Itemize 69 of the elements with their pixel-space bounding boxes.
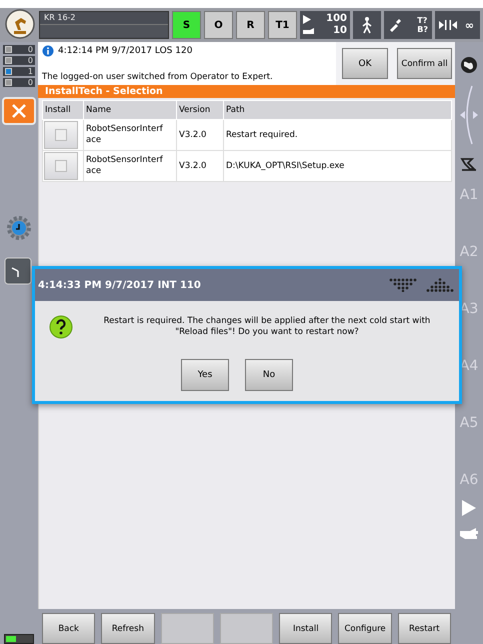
tool-label: T? xyxy=(417,16,428,25)
robot-logo-button[interactable] xyxy=(4,9,36,39)
tool-icon xyxy=(388,18,402,32)
no-button[interactable]: No xyxy=(245,359,293,391)
message-count[interactable]: 0 xyxy=(3,56,35,65)
info-icon xyxy=(42,45,54,57)
dots-triangle-up-icon xyxy=(425,278,455,292)
yes-button[interactable]: Yes xyxy=(181,359,229,391)
softkey-button[interactable]: Refresh xyxy=(101,613,155,644)
dots-triangle-down-icon xyxy=(389,278,417,292)
robot-tool-icon[interactable] xyxy=(460,156,478,172)
step-arrows-icon xyxy=(439,20,457,30)
table-cell: RobotSensorInterf ace xyxy=(84,150,176,182)
walking-figure-button[interactable] xyxy=(353,11,381,39)
table-cell: V3.2.0 xyxy=(176,150,224,182)
globe-icon[interactable] xyxy=(460,56,478,74)
increment-label: ∞ xyxy=(464,18,474,32)
axis-label: A1 xyxy=(460,186,478,204)
softkey-button[interactable]: Restart xyxy=(398,613,451,644)
mode-button[interactable]: O xyxy=(204,11,233,39)
play-icon xyxy=(303,14,311,24)
status-indicator xyxy=(4,634,34,644)
table-cell: D:\KUKA_OPT\RSI\Setup.exe xyxy=(224,150,452,182)
hand-icon xyxy=(303,27,315,35)
clock-icon[interactable] xyxy=(4,257,32,285)
column-header: Path xyxy=(224,100,452,120)
increment-button[interactable]: ∞ xyxy=(435,11,480,39)
mode-button[interactable]: S xyxy=(172,11,201,39)
dialog-header: 4:14:33 PM 9/7/2017 INT 110 xyxy=(38,280,202,290)
axis-label: A5 xyxy=(460,414,478,432)
play-icon[interactable] xyxy=(461,499,477,517)
dialog-message: Restart is required. The changes will be applied after the next cold start with "Reload files"! Do you want to restart now? xyxy=(102,316,432,338)
robot-arm-icon xyxy=(5,9,35,39)
ok-button[interactable]: OK xyxy=(342,48,388,79)
message-header: 4:12:14 PM 9/7/2017 LOS 120 xyxy=(58,46,192,56)
jog-override: 10 xyxy=(333,25,347,37)
tool-base-button[interactable]: T? B? xyxy=(384,11,432,39)
message-count[interactable]: 0 xyxy=(3,78,35,87)
message-text: The logged-on user switched from Operator to Expert. xyxy=(42,72,274,82)
gear-icon[interactable] xyxy=(6,215,32,241)
table-cell: V3.2.0 xyxy=(176,120,224,150)
program-override: 100 xyxy=(326,13,347,25)
jog-arc-icon[interactable] xyxy=(458,84,480,146)
message-count[interactable]: 1 xyxy=(3,67,35,76)
message-count[interactable]: 0 xyxy=(3,45,35,54)
question-icon xyxy=(49,315,73,339)
hand-icon[interactable] xyxy=(459,527,479,541)
column-header: Install xyxy=(42,100,84,120)
softkey-button[interactable]: Install xyxy=(279,613,332,644)
close-button[interactable] xyxy=(2,97,36,125)
close-icon xyxy=(11,103,27,119)
table-cell: Restart required. xyxy=(224,120,452,150)
confirm-all-button[interactable]: Confirm all xyxy=(397,48,452,79)
panel-title: InstallTech - Selection xyxy=(38,85,455,98)
walking-figure-icon xyxy=(360,16,374,34)
robot-name-field[interactable]: KR 16-2 xyxy=(39,11,169,39)
checkbox[interactable] xyxy=(44,152,78,180)
axis-label: A6 xyxy=(460,471,478,489)
mode-button[interactable]: R xyxy=(236,11,265,39)
base-label: B? xyxy=(417,25,428,34)
override-button[interactable]: 100 10 xyxy=(300,11,350,39)
checkbox[interactable] xyxy=(44,121,78,149)
softkey-button[interactable]: Back xyxy=(42,613,96,644)
softkey-button[interactable]: Configure xyxy=(338,613,392,644)
mode-button[interactable]: T1 xyxy=(268,11,297,39)
axis-label: A2 xyxy=(460,243,478,261)
table-cell: RobotSensorInterf ace xyxy=(84,120,176,150)
column-header: Name xyxy=(84,100,176,120)
column-header: Version xyxy=(176,100,224,120)
